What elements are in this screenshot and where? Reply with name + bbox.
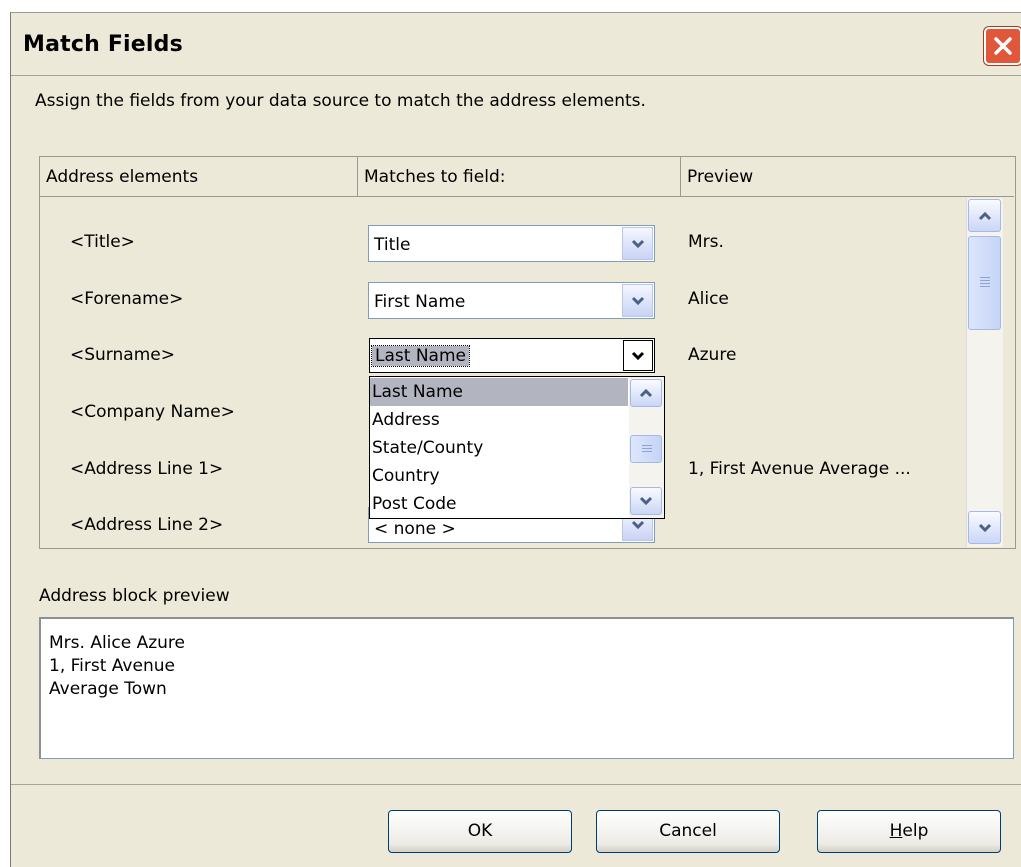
address-element-company-name: <Company Name>: [70, 402, 235, 422]
scroll-thumb-grip-icon: [980, 280, 990, 281]
button-divider: [11, 784, 1021, 785]
column-header-matches-to-field[interactable]: Matches to field:: [358, 157, 681, 197]
scroll-thumb-grip-icon: [642, 445, 652, 446]
cancel-button[interactable]: Cancel: [596, 810, 780, 853]
title-divider: [11, 75, 1021, 76]
match-fields-dialog: Match Fields Assign the fields from your…: [10, 12, 1021, 867]
scroll-thumb-grip-icon: [642, 451, 652, 452]
address-block-preview: Mrs. Alice Azure 1, First Avenue Average…: [39, 617, 1014, 759]
dialog-title: Match Fields: [23, 32, 183, 57]
scroll-thumb[interactable]: [630, 435, 662, 463]
scroll-thumb[interactable]: [968, 236, 1001, 330]
dropdown-option[interactable]: Address: [370, 406, 628, 434]
preview-forename: Alice: [688, 289, 729, 309]
chevron-down-icon: [639, 496, 653, 506]
scroll-thumb-grip-icon: [980, 277, 990, 278]
address-element-address-line-1: <Address Line 1>: [70, 459, 224, 479]
scroll-thumb-grip-icon: [980, 286, 990, 287]
field-select-value: < none >: [374, 519, 456, 539]
preview-title: Mrs.: [688, 232, 724, 252]
address-element-title: <Title>: [70, 232, 135, 252]
field-select-value: Last Name: [371, 345, 470, 367]
table-scrollbar[interactable]: [966, 198, 1003, 547]
chevron-down-icon: [631, 351, 645, 360]
help-button[interactable]: Help: [817, 810, 1001, 853]
chevron-down-icon: [631, 520, 644, 530]
scroll-thumb-grip-icon: [642, 448, 652, 449]
dropdown-scrollbar[interactable]: [629, 377, 664, 518]
field-select-title[interactable]: Title: [368, 225, 655, 262]
address-line: 1, First Avenue: [49, 656, 175, 676]
instruction-text: Assign the fields from your data source …: [35, 91, 646, 111]
address-line: Mrs. Alice Azure: [49, 633, 186, 653]
scroll-up-button[interactable]: [968, 199, 1001, 232]
title-bar: Match Fields: [11, 13, 1021, 75]
column-header-preview[interactable]: Preview: [681, 157, 1014, 197]
address-element-forename: <Forename>: [70, 289, 184, 309]
field-select-value: Title: [374, 235, 411, 255]
chevron-up-icon: [978, 211, 991, 220]
chevron-up-icon: [639, 388, 653, 398]
scroll-down-button[interactable]: [968, 511, 1001, 544]
address-element-surname: <Surname>: [70, 345, 175, 365]
field-select-forename[interactable]: First Name: [368, 282, 655, 319]
dropdown-option[interactable]: Post Code: [370, 490, 628, 518]
close-icon: [994, 37, 1012, 55]
address-element-address-line-2: <Address Line 2>: [70, 515, 224, 535]
preview-surname: Azure: [688, 345, 737, 365]
scroll-thumb-grip-icon: [980, 283, 990, 284]
dropdown-button[interactable]: [622, 284, 653, 317]
help-mnemonic: H: [889, 821, 903, 841]
dropdown-option[interactable]: Country: [370, 462, 628, 490]
close-button[interactable]: [984, 27, 1021, 65]
dropdown-button[interactable]: [623, 340, 653, 371]
ok-button[interactable]: OK: [388, 810, 572, 853]
chevron-down-icon: [631, 296, 644, 305]
chevron-down-icon: [631, 239, 644, 248]
scroll-down-button[interactable]: [630, 487, 662, 515]
scroll-up-button[interactable]: [630, 379, 662, 407]
column-header-address-elements[interactable]: Address elements: [40, 157, 358, 197]
dropdown-option[interactable]: State/County: [370, 434, 628, 462]
dropdown-option[interactable]: Last Name: [370, 378, 628, 406]
chevron-down-icon: [978, 523, 991, 532]
field-select-surname[interactable]: Last Name: [369, 338, 655, 373]
address-block-preview-label: Address block preview: [39, 586, 230, 606]
field-select-value: First Name: [374, 292, 466, 312]
dropdown-button[interactable]: [622, 227, 653, 260]
address-line: Average Town: [49, 679, 167, 699]
field-dropdown-list[interactable]: Last Name Address State/County Country P…: [369, 376, 665, 519]
preview-address-line-1: 1, First Avenue Average ...: [688, 459, 911, 479]
help-label: elp: [902, 821, 929, 841]
